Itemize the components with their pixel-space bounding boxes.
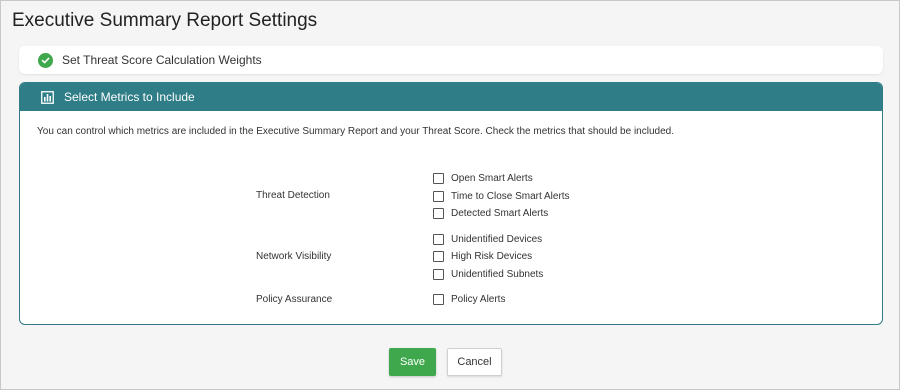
metrics-panel-header[interactable]: Select Metrics to Include: [20, 83, 882, 111]
metric-time-to-close-smart-alerts[interactable]: Time to Close Smart Alerts: [433, 190, 570, 203]
metric-label: Detected Smart Alerts: [451, 208, 549, 219]
metric-unidentified-subnets[interactable]: Unidentified Subnets: [433, 268, 543, 281]
metric-label: High Risk Devices: [451, 251, 533, 262]
metric-label: Time to Close Smart Alerts: [451, 191, 570, 202]
page-title: Executive Summary Report Settings: [12, 10, 318, 31]
metric-high-risk-devices[interactable]: High Risk Devices: [433, 250, 532, 263]
checkbox[interactable]: [433, 269, 444, 280]
metric-label: Unidentified Subnets: [451, 269, 544, 280]
metric-label: Policy Alerts: [451, 294, 506, 305]
metric-unidentified-devices[interactable]: Unidentified Devices: [433, 233, 542, 246]
cancel-button[interactable]: Cancel: [447, 348, 502, 376]
metrics-description: You can control which metrics are includ…: [37, 126, 674, 137]
save-button[interactable]: Save: [389, 348, 436, 376]
checkbox[interactable]: [433, 294, 444, 305]
metric-label: Unidentified Devices: [451, 234, 543, 245]
metric-policy-alerts[interactable]: Policy Alerts: [433, 293, 505, 306]
checkbox[interactable]: [433, 191, 444, 202]
checkbox[interactable]: [433, 173, 444, 184]
metrics-panel-title: Select Metrics to Include: [64, 90, 195, 104]
metric-detected-smart-alerts[interactable]: Detected Smart Alerts: [433, 207, 548, 220]
metrics-panel: Select Metrics to Include You can contro…: [19, 82, 883, 325]
group-label-threat-detection: Threat Detection: [256, 190, 330, 201]
step-threat-score-weights[interactable]: Set Threat Score Calculation Weights: [19, 46, 883, 74]
checkbox[interactable]: [433, 251, 444, 262]
metric-open-smart-alerts[interactable]: Open Smart Alerts: [433, 172, 533, 185]
metric-label: Open Smart Alerts: [451, 173, 533, 184]
bar-chart-icon: [40, 90, 54, 104]
group-label-policy-assurance: Policy Assurance: [256, 294, 333, 305]
check-circle-icon: [38, 52, 53, 68]
checkbox[interactable]: [433, 208, 444, 219]
group-label-network-visibility: Network Visibility: [256, 251, 332, 262]
checkbox[interactable]: [433, 234, 444, 245]
step-threat-score-weights-label: Set Threat Score Calculation Weights: [62, 53, 262, 67]
